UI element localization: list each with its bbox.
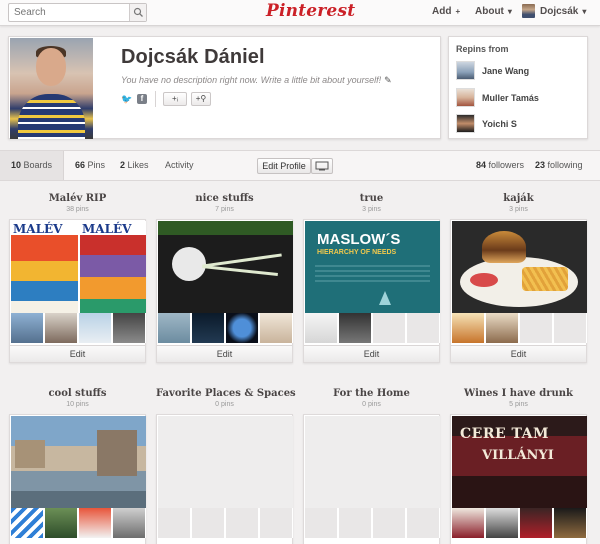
board-box[interactable]	[156, 414, 293, 544]
about-menu[interactable]: About ▾	[475, 6, 512, 17]
board-thumbnails	[11, 313, 146, 343]
profile-description: You have no description right now. Write…	[121, 75, 392, 85]
follow-button-1[interactable]: +ᵢ	[163, 92, 187, 106]
message-icon	[315, 161, 329, 171]
board-title: cool stuffs	[48, 388, 107, 399]
plus-icon: +	[455, 7, 461, 16]
board-thumbnails	[452, 508, 587, 538]
board-cover-image: CERE TAM VILLÁNYI	[452, 416, 587, 508]
cover-text: MALÉV	[82, 222, 132, 236]
board-box[interactable]	[303, 414, 440, 544]
board-pin-count: 3 pins	[362, 206, 381, 213]
cover-text: HIERARCHY OF NEEDS	[317, 249, 397, 256]
profile-name: Dojcsák Dániel	[121, 46, 265, 68]
repin-user[interactable]: Muller Tamás	[456, 88, 584, 108]
board-title: nice stuffs	[195, 193, 254, 204]
board-thumbnails	[305, 313, 440, 343]
board-thumbnails	[305, 508, 440, 538]
search-input[interactable]	[9, 4, 131, 21]
board-title: Wines I have drunk	[464, 388, 573, 399]
repin-user[interactable]: Yoichi S	[456, 114, 584, 134]
twitter-icon[interactable]: 🐦	[121, 94, 132, 104]
chevron-down-icon: ▾	[507, 7, 512, 16]
board-cover-empty	[305, 416, 440, 508]
board-title: For the Home	[333, 388, 410, 399]
board-cover-image: MASLOW´S HIERARCHY OF NEEDS	[305, 221, 440, 313]
profile-photo	[10, 38, 93, 139]
board-pin-count: 7 pins	[215, 206, 234, 213]
board-pin-count: 5 pins	[509, 401, 528, 408]
repins-title: Repins from	[456, 44, 509, 54]
edit-board-button[interactable]: Edit	[10, 345, 145, 362]
board-pin-count: 3 pins	[509, 206, 528, 213]
board-cover-empty	[158, 416, 293, 508]
board-thumbnails	[11, 508, 146, 538]
board-cover-image: MALÉV MALÉV	[11, 221, 146, 313]
cover-text: MASLOW´S	[317, 231, 401, 248]
avatar	[456, 114, 475, 133]
edit-board-button[interactable]: Edit	[157, 345, 292, 362]
board-pin-count: 10 pins	[66, 401, 89, 408]
facebook-icon[interactable]: f	[137, 94, 147, 104]
board-cover-image	[11, 416, 146, 508]
repin-user[interactable]: Jane Wang	[456, 61, 584, 81]
tab-likes[interactable]: 2 Likes	[120, 151, 149, 180]
avatar	[456, 61, 475, 80]
board-pin-count: 0 pins	[362, 401, 381, 408]
board-pin-count: 0 pins	[215, 401, 234, 408]
edit-profile-button[interactable]: Edit Profile	[257, 158, 311, 174]
avatar	[456, 88, 475, 107]
edit-board-button[interactable]: Edit	[304, 345, 439, 362]
board-title: Malév RIP	[48, 193, 107, 204]
board-box[interactable]: MALÉV MALÉV Edit	[9, 219, 146, 363]
about-label: About	[475, 6, 504, 17]
user-menu[interactable]: Dojcsák ▾	[540, 6, 586, 17]
user-avatar[interactable]	[522, 4, 535, 18]
board-title: Favorite Places & Spaces	[156, 388, 296, 399]
board-thumbnails	[158, 508, 293, 538]
board-title: kaják	[503, 193, 534, 204]
profile-tabbar: 10 Boards 66 Pins 2 Likes Activity Edit …	[0, 150, 600, 181]
divider	[155, 91, 156, 107]
board-box[interactable]: Edit	[450, 219, 587, 363]
following-link[interactable]: 23 following	[535, 151, 583, 180]
search-icon	[133, 7, 143, 17]
cover-text: MALÉV	[13, 222, 63, 236]
pencil-icon[interactable]: ✎	[384, 75, 392, 85]
tab-boards[interactable]: 10 Boards	[0, 151, 64, 180]
tab-activity[interactable]: Activity	[165, 151, 194, 180]
repin-user-name: Jane Wang	[482, 66, 530, 76]
board-title: true	[359, 193, 384, 204]
board-cover-image	[452, 221, 587, 313]
board-pin-count: 38 pins	[66, 206, 89, 213]
cover-text: CERE TAM	[460, 426, 550, 442]
board-thumbnails	[452, 313, 587, 343]
chevron-down-icon: ▾	[582, 7, 587, 16]
board-box[interactable]: CERE TAM VILLÁNYI	[450, 414, 587, 544]
follow-button-2[interactable]: +⚲	[191, 92, 211, 106]
search-box	[8, 3, 147, 22]
repins-card: Repins from Jane Wang Muller Tamás Yoich…	[448, 36, 588, 139]
search-button[interactable]	[129, 4, 146, 21]
user-label: Dojcsák	[540, 6, 579, 17]
add-menu[interactable]: Add +	[432, 6, 460, 17]
top-navigation: Pinterest Add+ About▾ Dojcsák▾	[0, 0, 600, 26]
board-cover-image	[158, 221, 293, 313]
board-box[interactable]: Edit	[156, 219, 293, 363]
repin-user-name: Muller Tamás	[482, 93, 539, 103]
board-box[interactable]: MASLOW´S HIERARCHY OF NEEDS Edit	[303, 219, 440, 363]
edit-board-button[interactable]: Edit	[451, 345, 586, 362]
add-label: Add	[432, 6, 452, 17]
cover-text: VILLÁNYI	[482, 448, 554, 463]
profile-card: Dojcsák Dániel You have no description r…	[8, 36, 441, 139]
repin-user-name: Yoichi S	[482, 119, 517, 129]
tab-pins[interactable]: 66 Pins	[75, 151, 105, 180]
message-button[interactable]	[311, 158, 333, 174]
board-box[interactable]	[9, 414, 146, 544]
followers-link[interactable]: 84 followers	[476, 151, 524, 180]
board-thumbnails	[158, 313, 293, 343]
pinterest-logo[interactable]: Pinterest	[266, 1, 355, 23]
